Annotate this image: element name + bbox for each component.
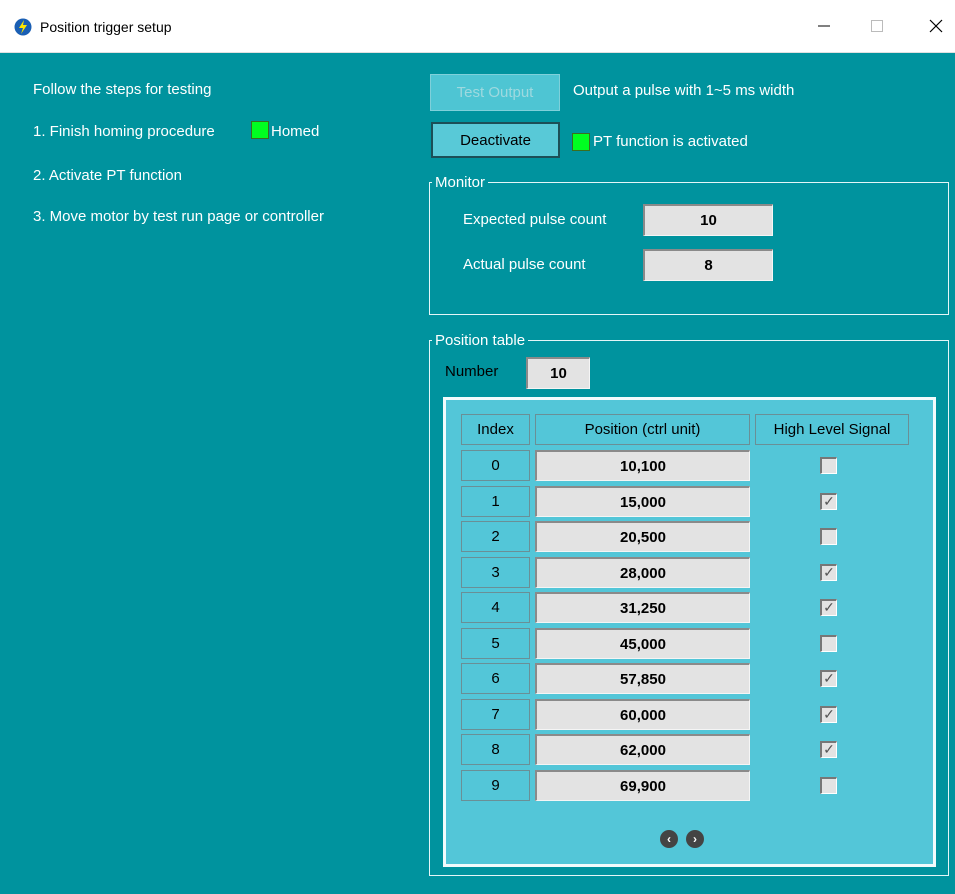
row-index: 4 [461, 592, 530, 623]
row-high-level-checkbox[interactable]: ✓ [820, 493, 837, 510]
row-position-field[interactable]: 60,000 [535, 699, 750, 730]
row-high-level-checkbox[interactable]: ✓ [820, 670, 837, 687]
row-high-level-checkbox[interactable]: ✓ [820, 741, 837, 758]
minimize-button[interactable] [801, 10, 847, 42]
step-homing: 1. Finish homing procedure [33, 123, 215, 140]
row-position-field[interactable]: 15,000 [535, 486, 750, 517]
maximize-icon [871, 20, 883, 32]
app-logo-icon [14, 18, 32, 36]
row-high-level-checkbox[interactable] [820, 457, 837, 474]
pt-status-label: PT function is activated [593, 133, 748, 150]
close-button[interactable] [913, 10, 955, 42]
row-position-field[interactable]: 10,100 [535, 450, 750, 481]
row-high-level-checkbox[interactable]: ✓ [820, 706, 837, 723]
title-bar: Position trigger setup [0, 0, 955, 53]
window-title: Position trigger setup [40, 19, 172, 35]
row-index: 6 [461, 663, 530, 694]
test-output-description: Output a pulse with 1~5 ms width [573, 82, 795, 99]
next-page-button[interactable]: › [686, 830, 704, 848]
pt-status-indicator [572, 133, 590, 151]
row-index: 8 [461, 734, 530, 765]
number-label: Number [445, 363, 499, 380]
header-high-level-signal: High Level Signal [755, 414, 909, 445]
header-index: Index [461, 414, 530, 445]
actual-pulse-label: Actual pulse count [463, 256, 586, 273]
row-position-field[interactable]: 31,250 [535, 592, 750, 623]
expected-pulse-count: 10 [643, 204, 773, 236]
row-position-field[interactable]: 57,850 [535, 663, 750, 694]
row-high-level-checkbox[interactable] [820, 635, 837, 652]
row-high-level-checkbox[interactable] [820, 777, 837, 794]
step-activate: 2. Activate PT function [33, 167, 182, 184]
prev-page-button[interactable]: ‹ [660, 830, 678, 848]
header-position: Position (ctrl unit) [535, 414, 750, 445]
number-field[interactable]: 10 [526, 357, 590, 389]
row-position-field[interactable]: 45,000 [535, 628, 750, 659]
row-index: 0 [461, 450, 530, 481]
row-high-level-checkbox[interactable]: ✓ [820, 564, 837, 581]
row-index: 2 [461, 521, 530, 552]
monitor-group: Monitor [429, 174, 949, 315]
close-icon [929, 19, 943, 33]
row-index: 7 [461, 699, 530, 730]
row-index: 1 [461, 486, 530, 517]
deactivate-button[interactable]: Deactivate [431, 122, 560, 158]
homed-indicator [251, 121, 269, 139]
row-index: 9 [461, 770, 530, 801]
homed-label: Homed [271, 123, 320, 140]
row-high-level-checkbox[interactable] [820, 528, 837, 545]
row-index: 3 [461, 557, 530, 588]
row-position-field[interactable]: 20,500 [535, 521, 750, 552]
actual-pulse-count: 8 [643, 249, 773, 281]
row-high-level-checkbox[interactable]: ✓ [820, 599, 837, 616]
row-index: 5 [461, 628, 530, 659]
chevron-right-icon: › [693, 832, 697, 846]
expected-pulse-label: Expected pulse count [463, 211, 607, 228]
position-table-legend: Position table [435, 332, 526, 349]
steps-intro: Follow the steps for testing [33, 81, 212, 98]
monitor-legend: Monitor [435, 174, 486, 191]
maximize-button[interactable] [854, 10, 900, 42]
minimize-icon [818, 25, 830, 27]
test-output-button[interactable]: Test Output [430, 74, 560, 111]
chevron-left-icon: ‹ [667, 832, 671, 846]
step-move-motor: 3. Move motor by test run page or contro… [33, 208, 324, 225]
row-position-field[interactable]: 62,000 [535, 734, 750, 765]
row-position-field[interactable]: 69,900 [535, 770, 750, 801]
row-position-field[interactable]: 28,000 [535, 557, 750, 588]
